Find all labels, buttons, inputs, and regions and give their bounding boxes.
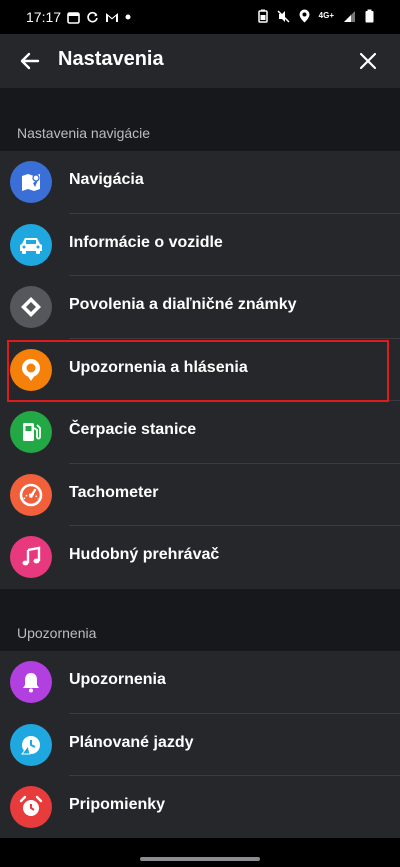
music-note-icon <box>10 536 52 578</box>
battery-saver-icon <box>257 9 268 23</box>
settings-item-label: Navigácia <box>69 171 144 188</box>
settings-item-planned-drives[interactable]: Plánované jazdy <box>0 714 400 776</box>
settings-item-music-player[interactable]: Hudobný prehrávač <box>0 526 400 589</box>
car-icon <box>10 223 52 266</box>
arrow-left-icon <box>20 52 40 70</box>
settings-item-label: Pripomienky <box>69 796 166 813</box>
settings-item-permits-vignettes[interactable]: Povolenia a diaľničné známky <box>0 276 400 339</box>
home-indicator[interactable] <box>140 857 260 861</box>
fuel-pump-icon <box>10 411 52 453</box>
settings-item-label: Tachometer <box>69 483 159 501</box>
navigation-map-icon <box>10 161 52 203</box>
settings-item-label: Povolenia a diaľničné známky <box>69 296 297 313</box>
signal-icon <box>344 10 355 22</box>
settings-item-alerts-reports[interactable]: Upozornenia a hlásenia <box>0 339 400 401</box>
navigation-settings-group: Navigácia Informácie o vozidle Povolenia… <box>0 151 400 589</box>
speedometer-icon <box>10 473 52 516</box>
settings-item-reminders[interactable]: Pripomienky <box>0 776 400 839</box>
mute-icon <box>277 9 290 23</box>
settings-item-vehicle-info[interactable]: Informácie o vozidle <box>0 214 400 276</box>
road-sign-diamond-icon <box>10 286 52 328</box>
alarm-clock-icon <box>10 786 52 828</box>
section-title-navigation-settings: Nastavenia navigácie <box>17 125 151 141</box>
calendar-icon <box>67 11 80 24</box>
notification-dot-icon <box>125 14 131 20</box>
settings-item-speedometer[interactable]: Tachometer <box>0 464 400 526</box>
settings-item-label: Hudobný prehrávač <box>69 546 220 563</box>
back-button[interactable] <box>16 47 44 75</box>
bell-icon <box>10 661 52 703</box>
location-alert-icon <box>10 348 52 391</box>
section-title-notifications: Upozornenia <box>17 625 97 641</box>
close-button[interactable] <box>354 47 382 75</box>
page-title: Nastavenia <box>58 48 164 70</box>
gmail-icon <box>106 13 119 22</box>
app-header: Nastavenia <box>0 34 400 88</box>
notifications-group: Upozornenia Plánované jazdy Pripomienky <box>0 651 400 839</box>
close-icon <box>359 52 377 70</box>
sync-icon <box>87 11 98 22</box>
settings-item-navigation[interactable]: Navigácia <box>0 151 400 214</box>
settings-item-label: Informácie o vozidle <box>69 233 223 251</box>
battery-icon <box>365 9 374 23</box>
gesture-bar <box>0 838 400 867</box>
status-bar: 17:17 4G+ <box>0 0 400 34</box>
settings-item-label: Plánované jazdy <box>69 733 194 751</box>
network-type-label: 4G+ <box>318 11 334 20</box>
status-time: 17:17 <box>26 9 62 25</box>
settings-item-label: Čerpacie stanice <box>69 421 197 438</box>
location-icon <box>299 9 310 23</box>
settings-item-notifications[interactable]: Upozornenia <box>0 651 400 714</box>
planned-drive-icon <box>10 723 52 766</box>
settings-item-label: Upozornenia <box>69 671 166 688</box>
settings-item-label: Upozornenia a hlásenia <box>69 358 248 376</box>
settings-item-gas-stations[interactable]: Čerpacie stanice <box>0 401 400 464</box>
